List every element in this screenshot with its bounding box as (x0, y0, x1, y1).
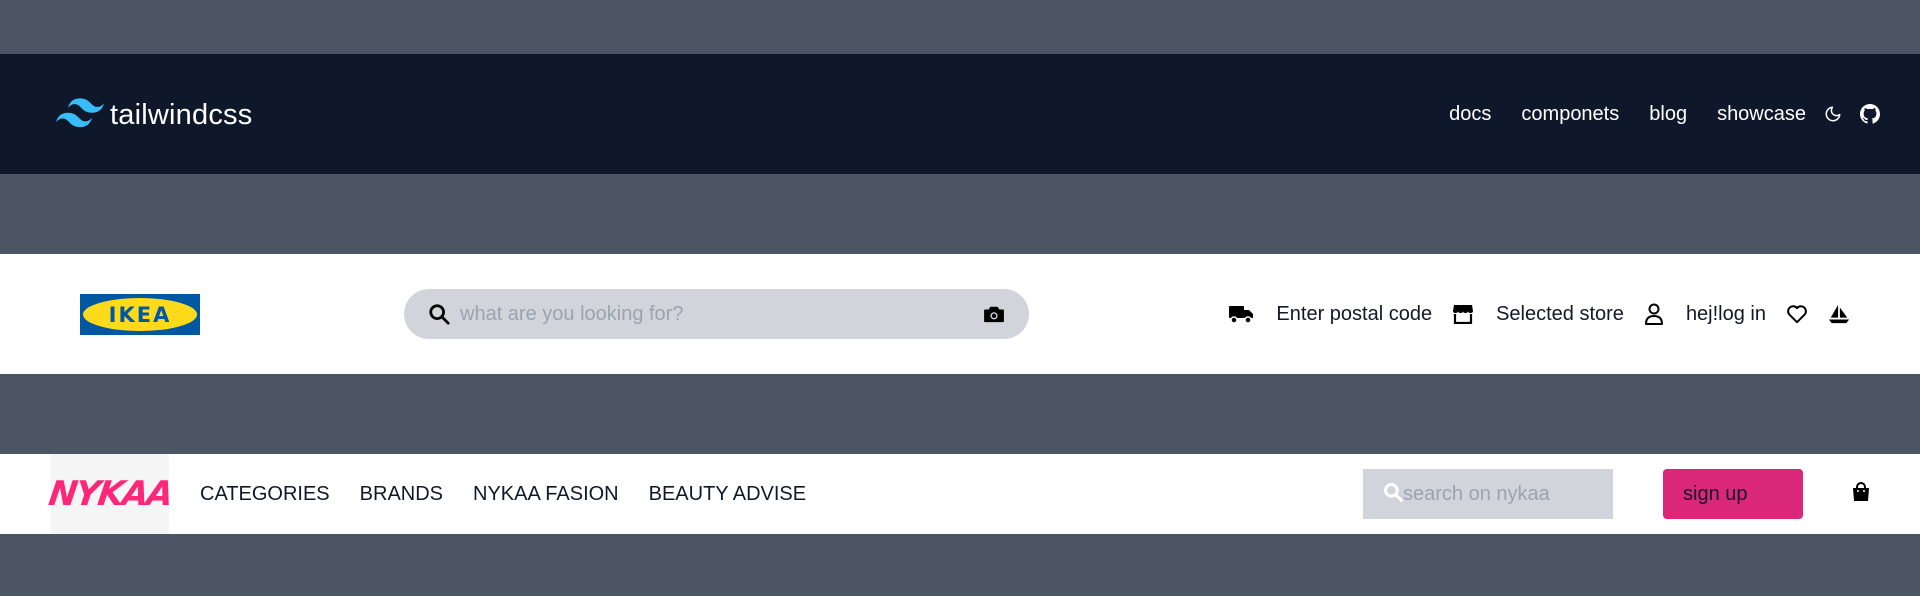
ikea-actions: Enter postal code Selected store hej!log… (1208, 254, 1850, 374)
ikea-search-input[interactable] (460, 302, 983, 326)
ikea-logo[interactable]: IKEA (80, 294, 200, 335)
tailwind-navbar: tailwindcss docs componets blog showcase (0, 54, 1920, 174)
ikea-logo-oval: IKEA (83, 298, 197, 331)
truck-icon (1228, 304, 1254, 324)
camera-icon[interactable] (983, 305, 1005, 323)
ikea-search-bar[interactable] (404, 289, 1029, 339)
sign-up-button[interactable]: sign up (1663, 469, 1803, 519)
menu-beauty-advise[interactable]: BEAUTY ADVISE (649, 483, 806, 506)
ikea-logo-text: IKEA (108, 302, 172, 327)
login-button[interactable]: hej!log in (1644, 303, 1766, 326)
search-icon (428, 303, 450, 325)
tailwind-nav-links: docs componets blog showcase (1449, 54, 1880, 174)
nav-link-docs[interactable]: docs (1449, 103, 1491, 126)
nav-link-blog[interactable]: blog (1649, 103, 1687, 126)
sailboat-icon[interactable] (1828, 303, 1850, 325)
github-icon[interactable] (1860, 104, 1880, 124)
nav-link-showcase[interactable]: showcase (1717, 103, 1806, 126)
menu-categories[interactable]: CATEGORIES (200, 483, 330, 506)
user-icon (1644, 303, 1664, 325)
menu-brands[interactable]: BRANDS (360, 483, 443, 506)
tailwind-logo-icon (56, 98, 104, 133)
tailwind-logo[interactable]: tailwindcss (56, 98, 252, 133)
heart-icon[interactable] (1786, 304, 1808, 324)
moon-icon[interactable] (1824, 105, 1842, 123)
ikea-navbar: IKEA Enter postal code Selected store (0, 254, 1920, 374)
nav-link-componets[interactable]: componets (1521, 103, 1619, 126)
nykaa-search-bar[interactable] (1363, 469, 1613, 519)
nykaa-menu: CATEGORIES BRANDS NYKAA FASION BEAUTY AD… (200, 454, 836, 534)
postal-code-label: Enter postal code (1276, 302, 1433, 325)
nykaa-logo-text: NYKAA (46, 474, 174, 514)
selected-store-label: Selected store (1496, 302, 1624, 325)
nykaa-navbar: NYKAA CATEGORIES BRANDS NYKAA FASION BEA… (0, 454, 1920, 534)
shopping-bag-icon[interactable] (1852, 482, 1870, 507)
search-icon (1383, 482, 1403, 507)
selected-store-button[interactable]: Selected store (1452, 303, 1624, 326)
menu-nykaa-fasion[interactable]: NYKAA FASION (473, 483, 619, 506)
login-label: hej!log in (1685, 302, 1766, 325)
nykaa-search-input[interactable] (1403, 482, 1613, 506)
tailwind-brand-name: tailwindcss (110, 99, 253, 131)
nykaa-logo[interactable]: NYKAA (46, 454, 174, 534)
store-icon (1452, 304, 1474, 324)
postal-code-button[interactable]: Enter postal code (1228, 303, 1432, 326)
